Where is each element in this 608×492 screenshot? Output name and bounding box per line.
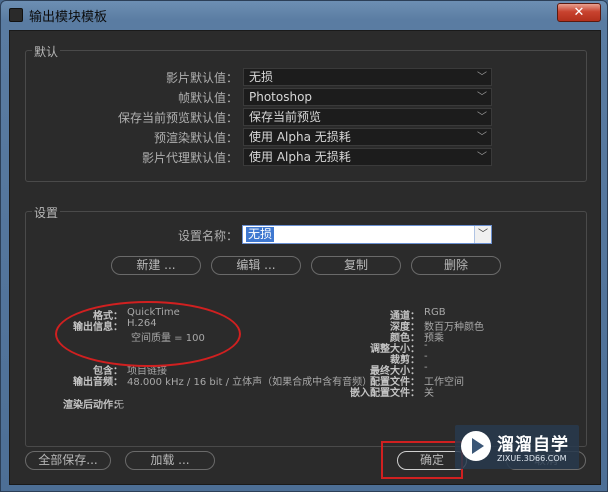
chevron-down-icon: ﹀ bbox=[477, 72, 487, 83]
watermark-brand: 溜溜自学 bbox=[497, 435, 569, 455]
frame-default-dropdown[interactable]: Photoshop ﹀ bbox=[243, 88, 492, 106]
setting-name-label: 设置名称： bbox=[177, 229, 238, 243]
crop-value: - bbox=[424, 351, 428, 362]
duplicate-button[interactable]: 复制 bbox=[311, 256, 401, 275]
save-preview-default-value: 保存当前预览 bbox=[249, 110, 322, 124]
proxy-default-label: 影片代理默认值： bbox=[141, 151, 238, 165]
setting-name-value: 无损 bbox=[246, 227, 275, 242]
delete-button[interactable]: 删除 bbox=[411, 256, 501, 275]
resize-value: - bbox=[424, 340, 428, 351]
prerender-default-value: 使用 Alpha 无损耗 bbox=[249, 130, 351, 144]
load-button[interactable]: 加载 ... bbox=[125, 451, 215, 470]
close-icon: ✕ bbox=[573, 5, 585, 20]
chevron-down-icon: ﹀ bbox=[477, 92, 487, 103]
setting-name-input[interactable]: 无损 ﹀ bbox=[242, 225, 492, 244]
channels-value: RGB bbox=[424, 307, 446, 318]
new-button[interactable]: 新建 ... bbox=[111, 256, 201, 275]
watermark-url: ZIXUE.3D66.COM bbox=[497, 454, 567, 463]
output-audio-key: 输出音频： bbox=[73, 377, 123, 388]
save-all-button[interactable]: 全部保存... bbox=[25, 451, 111, 470]
post-render-value: 无 bbox=[114, 400, 124, 411]
chevron-down-icon: ﹀ bbox=[477, 112, 487, 123]
play-logo-icon bbox=[461, 431, 491, 461]
movie-default-dropdown[interactable]: 无损 ﹀ bbox=[243, 68, 492, 86]
annotation-ellipse bbox=[55, 301, 241, 367]
title-bar: 输出模块模板 ✕ bbox=[1, 1, 607, 29]
defaults-group-title: 默认 bbox=[32, 43, 61, 60]
frame-default-label: 帧默认值： bbox=[177, 91, 238, 105]
window-title: 输出模块模板 bbox=[29, 10, 108, 25]
output-audio-value: 48.000 kHz / 16 bit / 立体声（如果合成中含有音频） bbox=[127, 377, 373, 388]
movie-default-label: 影片默认值： bbox=[165, 71, 238, 85]
close-button[interactable]: ✕ bbox=[557, 3, 601, 22]
chevron-down-icon: ﹀ bbox=[477, 132, 487, 143]
proxy-default-dropdown[interactable]: 使用 Alpha 无损耗 ﹀ bbox=[243, 148, 492, 166]
movie-default-value: 无损 bbox=[249, 70, 274, 84]
chevron-down-icon: ﹀ bbox=[477, 152, 487, 163]
save-preview-default-label: 保存当前预览默认值： bbox=[117, 111, 238, 125]
settings-group-title: 设置 bbox=[32, 204, 61, 221]
annotation-box bbox=[381, 441, 463, 479]
dialog-client-area: 默认 影片默认值： 无损 ﹀ 帧默认值： Photoshop ﹀ 保存当前预览默… bbox=[9, 30, 601, 485]
chevron-down-icon[interactable]: ﹀ bbox=[474, 226, 491, 243]
dialog-window: 输出模块模板 ✕ 默认 影片默认值： 无损 ﹀ 帧默认值： Photoshop … bbox=[0, 0, 608, 492]
embed-profile-value: 关 bbox=[424, 388, 434, 399]
proxy-default-value: 使用 Alpha 无损耗 bbox=[249, 150, 351, 164]
frame-default-value: Photoshop bbox=[249, 90, 313, 104]
watermark: 溜溜自学 ZIXUE.3D66.COM bbox=[455, 425, 579, 469]
embed-profile-key: 嵌入配置文件： bbox=[350, 388, 420, 399]
final-size-value: - bbox=[424, 362, 428, 373]
prerender-default-dropdown[interactable]: 使用 Alpha 无损耗 ﹀ bbox=[243, 128, 492, 146]
save-preview-default-dropdown[interactable]: 保存当前预览 ﹀ bbox=[243, 108, 492, 126]
edit-button[interactable]: 编辑 ... bbox=[211, 256, 301, 275]
prerender-default-label: 预渲染默认值： bbox=[153, 131, 238, 145]
app-icon bbox=[9, 8, 23, 22]
